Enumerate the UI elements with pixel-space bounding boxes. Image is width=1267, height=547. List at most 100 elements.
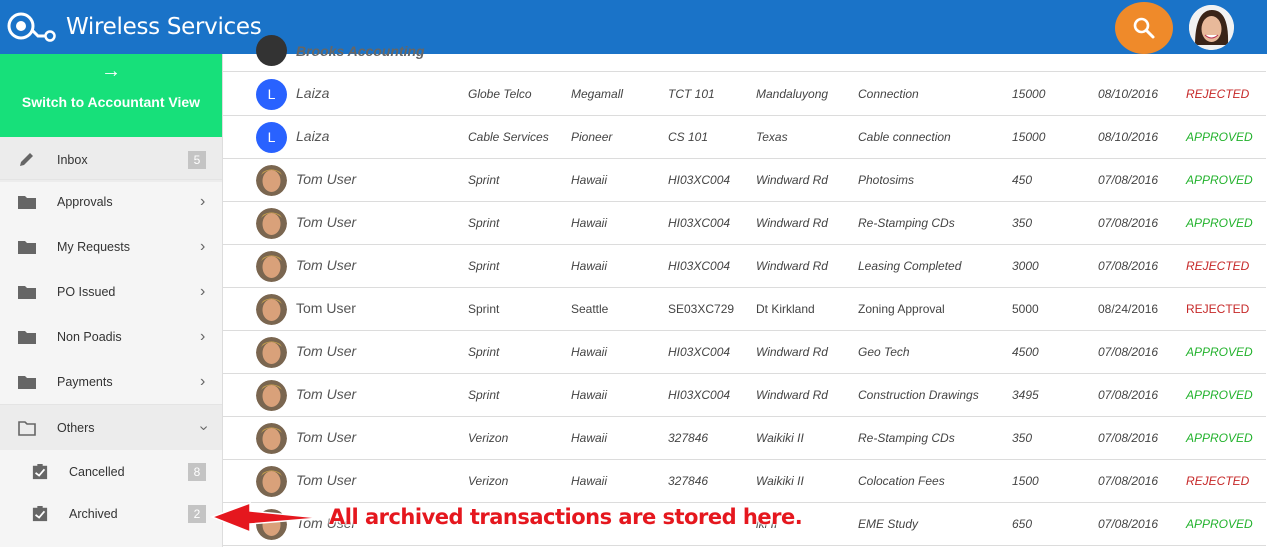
user-avatar: [256, 251, 287, 282]
status-cell: REJECTED: [1186, 259, 1250, 273]
date-cell: 07/08/2016: [1098, 345, 1159, 359]
table-row[interactable]: L Laiza Cable Services Pioneer CS 101 Texas Ca…: [223, 116, 1266, 159]
amount-cell: 4500: [1012, 345, 1039, 359]
arrow-right-icon: →: [101, 60, 121, 82]
site-code-cell: HI03XC004: [668, 216, 731, 230]
user-avatar: [256, 208, 287, 239]
sidebar: → Switch to Accountant View Inbox 5 Appr…: [0, 54, 222, 547]
description-cell: Connection: [858, 87, 919, 101]
user-avatar: [256, 466, 287, 497]
checklist-icon: [32, 463, 48, 479]
table-row[interactable]: Tom User Sprint Seattle SE03XC729 Dt Kirklan…: [223, 288, 1266, 331]
location-cell: Hawaii: [571, 216, 608, 230]
sidebar-item-label: PO Issued: [57, 284, 116, 299]
vendor-cell: Verizon: [468, 474, 509, 488]
transactions-table: Brooks Accounting L Laiza Globe Telco Megam…: [222, 35, 1267, 547]
chevron-right-icon: ›: [200, 192, 206, 210]
address-cell: Waikiki II: [756, 431, 804, 445]
description-cell: Re-Stamping CDs: [858, 216, 955, 230]
status-cell: APPROVED: [1186, 388, 1253, 402]
sidebar-item-label: Payments: [57, 374, 113, 389]
amount-cell: 350: [1012, 431, 1033, 445]
status-cell: APPROVED: [1186, 345, 1253, 359]
location-cell: Hawaii: [571, 388, 608, 402]
table-row[interactable]: Tom User Sprint Hawaii HI03XC004 Windward Rd…: [223, 374, 1266, 417]
table-row[interactable]: Tom User Sprint Hawaii HI03XC004 Windward Rd…: [223, 159, 1266, 202]
table-row[interactable]: Tom User Verizon Hawaii 327846 Waikiki II Re-…: [223, 417, 1266, 460]
sidebar-item-others[interactable]: Others ›: [0, 405, 222, 450]
status-cell: APPROVED: [1186, 173, 1253, 187]
status-cell: APPROVED: [1186, 216, 1253, 230]
sidebar-item-cancelled[interactable]: Cancelled 8: [0, 449, 222, 494]
vendor-cell: Sprint: [468, 216, 500, 230]
sidebar-item-my-requests[interactable]: My Requests ›: [0, 224, 222, 269]
description-cell: EME Study: [858, 517, 919, 531]
user-avatar: [256, 337, 287, 368]
annotation-callout: All archived transactions are stored her…: [329, 505, 803, 529]
date-cell: 08/24/2016: [1098, 302, 1159, 316]
chevron-right-icon: ›: [200, 237, 206, 255]
table-row[interactable]: Tom User Verizon Hawaii 327846 Waikiki II Col…: [223, 460, 1266, 503]
address-cell: Mandaluyong: [756, 87, 829, 101]
switch-view-button[interactable]: → Switch to Accountant View: [0, 54, 222, 137]
site-code-cell: 327846: [668, 474, 709, 488]
sidebar-item-approvals[interactable]: Approvals ›: [0, 179, 222, 224]
table-row[interactable]: Brooks Accounting: [223, 29, 1266, 72]
table-row[interactable]: Tom User Sprint Hawaii HI03XC004 Windward Rd…: [223, 331, 1266, 374]
table-row[interactable]: Tom User Sprint Hawaii HI03XC004 Windward Rd…: [223, 202, 1266, 245]
amount-cell: 3495: [1012, 388, 1039, 402]
user-avatar: L: [256, 122, 287, 153]
row-name: Tom User: [296, 429, 357, 445]
sidebar-item-label: Cancelled: [69, 464, 125, 479]
description-cell: Colocation Fees: [858, 474, 945, 488]
sidebar-item-archived[interactable]: Archived 2: [0, 491, 222, 536]
location-cell: Hawaii: [571, 474, 608, 488]
cancelled-count-badge: 8: [188, 462, 206, 481]
location-cell: Hawaii: [571, 431, 608, 445]
address-cell: Windward Rd: [756, 259, 828, 273]
description-cell: Geo Tech: [858, 345, 910, 359]
date-cell: 08/10/2016: [1098, 87, 1159, 101]
chevron-right-icon: ›: [200, 372, 206, 390]
amount-cell: 650: [1012, 517, 1033, 531]
date-cell: 07/08/2016: [1098, 474, 1159, 488]
amount-cell: 1500: [1012, 474, 1039, 488]
address-cell: Windward Rd: [756, 173, 828, 187]
chevron-right-icon: ›: [200, 327, 206, 345]
vendor-cell: Sprint: [468, 173, 500, 187]
date-cell: 07/08/2016: [1098, 431, 1159, 445]
table-row[interactable]: Tom User Sprint Hawaii HI03XC004 Windward Rd…: [223, 245, 1266, 288]
vendor-cell: Verizon: [468, 431, 509, 445]
sidebar-item-non-poadis[interactable]: Non Poadis ›: [0, 314, 222, 359]
vendor-cell: Sprint: [468, 388, 500, 402]
site-code-cell: HI03XC004: [668, 345, 731, 359]
amount-cell: 15000: [1012, 87, 1046, 101]
location-cell: Hawaii: [571, 345, 608, 359]
row-name: Tom User: [296, 257, 357, 273]
folder-icon: [18, 375, 36, 389]
sidebar-item-inbox[interactable]: Inbox 5: [0, 137, 222, 182]
user-avatar: [256, 294, 287, 325]
location-cell: Seattle: [571, 302, 609, 316]
app-logo-icon[interactable]: [6, 10, 56, 44]
location-cell: Hawaii: [571, 173, 608, 187]
sidebar-item-po-issued[interactable]: PO Issued ›: [0, 269, 222, 314]
sidebar-item-label: Approvals: [57, 194, 113, 209]
amount-cell: 3000: [1012, 259, 1039, 273]
row-name: Brooks Accounting: [296, 43, 425, 59]
archived-count-badge: 2: [188, 504, 206, 523]
table-row[interactable]: L Laiza Globe Telco Megamall TCT 101 Mandaluy…: [223, 73, 1266, 116]
site-code-cell: HI03XC004: [668, 259, 731, 273]
folder-open-icon: [18, 420, 36, 436]
description-cell: Zoning Approval: [858, 302, 945, 316]
sidebar-item-label: Non Poadis: [57, 329, 122, 344]
status-cell: REJECTED: [1186, 87, 1250, 101]
site-code-cell: HI03XC004: [668, 388, 731, 402]
date-cell: 07/08/2016: [1098, 173, 1159, 187]
sidebar-item-payments[interactable]: Payments ›: [0, 359, 222, 404]
description-cell: Cable connection: [858, 130, 951, 144]
description-cell: Re-Stamping CDs: [858, 431, 955, 445]
amount-cell: 15000: [1012, 130, 1046, 144]
row-name: Tom User: [296, 386, 357, 402]
vendor-cell: Sprint: [468, 345, 500, 359]
